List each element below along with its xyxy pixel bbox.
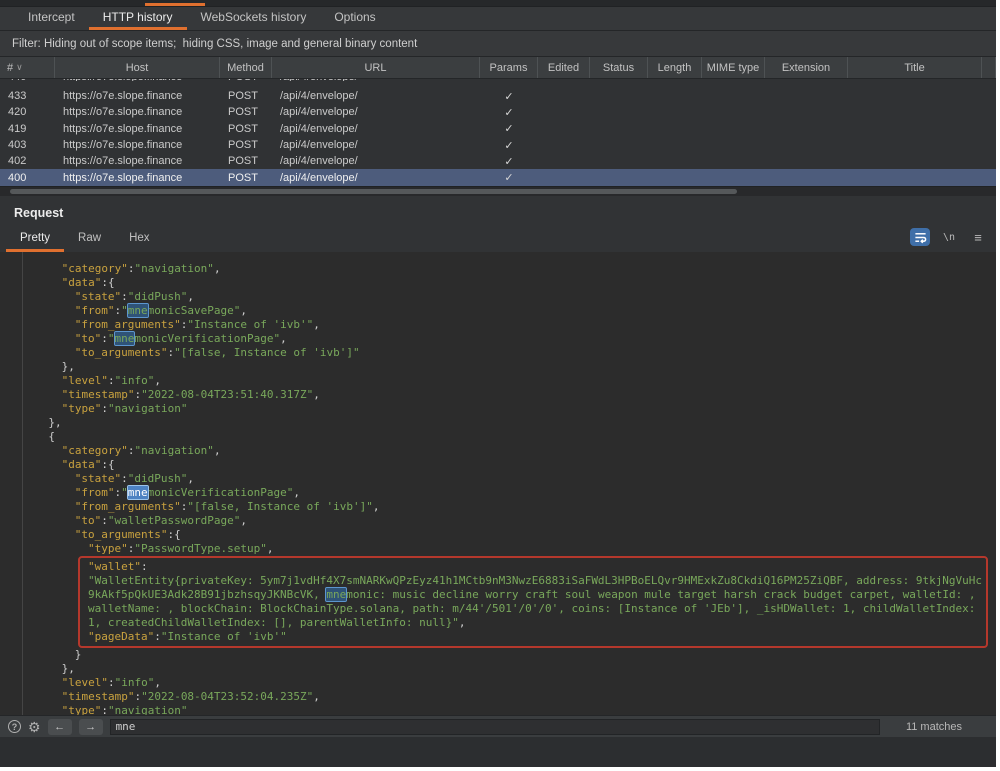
column-header-edited[interactable]: Edited [538,57,590,78]
column-header--[interactable]: #∨ [0,57,55,78]
code-line: "timestamp":"2022-08-04T23:52:04.235Z", [0,690,990,704]
code-line: "wallet": [80,560,984,574]
filter-bar[interactable]: Filter: Hiding out of scope items; hidin… [0,31,996,57]
filter-text: Filter: Hiding out of scope items; hidin… [12,38,417,50]
code-line: "from":"mnemonicVerificationPage", [0,486,990,500]
request-title: Request [0,206,996,226]
code-line: "level":"info", [0,374,990,388]
column-header-spacer [982,57,996,78]
code-line: "data":{ [0,276,990,290]
column-header-host[interactable]: Host [55,57,220,78]
code-line: "state":"didPush", [0,290,990,304]
request-view-tabs: PrettyRawHex \n ≡ [0,226,996,252]
code-line: "category":"navigation", [0,262,990,276]
table-row[interactable]: 440https://o7e.slope.financePOST/api/4/e… [0,79,996,88]
word-wrap-icon[interactable] [910,228,930,246]
sort-chevron-icon: ∨ [16,62,23,73]
code-line: "type":"navigation" [0,402,990,416]
tab-pretty[interactable]: Pretty [6,226,64,252]
wallet-annotation-box: "wallet":"WalletEntity{privateKey: 5ym7j… [78,556,988,648]
help-icon[interactable]: ? [8,720,21,733]
next-match-button[interactable]: → [79,719,103,735]
code-line: }, [0,662,990,676]
tab-intercept[interactable]: Intercept [14,7,89,30]
request-editor[interactable]: "category":"navigation","data":{"state":… [0,252,996,737]
table-row[interactable]: 400https://o7e.slope.financePOST/api/4/e… [0,169,996,185]
code-line: "from_arguments":"Instance of 'ivb'", [0,318,990,332]
parent-tab-bar-fragment [0,0,996,7]
code-line: "state":"didPush", [0,472,990,486]
table-header: #∨HostMethodURLParamsEditedStatusLengthM… [0,57,996,79]
tab-websockets-history[interactable]: WebSockets history [187,7,321,30]
search-bar: ? ⚙ ← → 11 matches [0,715,996,737]
code-line: "pageData":"Instance of 'ivb'" [80,630,984,644]
code-line: "category":"navigation", [0,444,990,458]
table-row[interactable]: 419https://o7e.slope.financePOST/api/4/e… [0,121,996,137]
code-line: "to":"walletPasswordPage", [0,514,990,528]
editor-toolbar-icons: \n ≡ [910,228,988,246]
code-line: "to":"mnemonicVerificationPage", [0,332,990,346]
history-rows: 440https://o7e.slope.financePOST/api/4/e… [0,79,996,186]
code-line: "type":"PasswordType.setup", [0,542,990,556]
code-line: "data":{ [0,458,990,472]
code-line: }, [0,416,990,430]
table-row[interactable]: 402https://o7e.slope.financePOST/api/4/e… [0,153,996,169]
column-header-mime-type[interactable]: MIME type [702,57,765,78]
code-line: "from_arguments":"[false, Instance of 'i… [0,500,990,514]
tab-options[interactable]: Options [320,7,389,30]
column-header-method[interactable]: Method [220,57,272,78]
code-line: "WalletEntity{privateKey: 5ym7j1vdHf4X7s… [80,574,984,630]
search-input[interactable] [110,719,880,735]
code-line: "timestamp":"2022-08-04T23:51:40.317Z", [0,388,990,402]
burp-proxy-window: InterceptHTTP historyWebSockets historyO… [0,0,996,767]
request-editor-code[interactable]: "category":"navigation","data":{"state":… [0,252,996,737]
tab-raw[interactable]: Raw [64,226,115,252]
column-header-title[interactable]: Title [848,57,982,78]
code-line: { [0,430,990,444]
proxy-subtabs: InterceptHTTP historyWebSockets historyO… [0,7,996,31]
column-header-extension[interactable]: Extension [765,57,848,78]
code-line: "to_arguments":{ [0,528,990,542]
scrollbar-thumb[interactable] [10,189,737,194]
editor-gutter-line [22,252,23,737]
proxy-tab-underline [145,3,205,6]
match-count-label: 11 matches [906,721,988,733]
code-line: "to_arguments":"[false, Instance of 'ivb… [0,346,990,360]
code-line: "level":"info", [0,676,990,690]
table-horizontal-scrollbar[interactable] [0,186,996,196]
code-line: }, [0,360,990,374]
column-header-url[interactable]: URL [272,57,480,78]
code-line: } [0,648,990,662]
search-settings-gear-icon[interactable]: ⚙ [28,720,41,734]
table-row[interactable]: 403https://o7e.slope.financePOST/api/4/e… [0,137,996,153]
newline-icon[interactable]: \n [939,228,959,246]
column-header-params[interactable]: Params [480,57,538,78]
http-history-table: #∨HostMethodURLParamsEditedStatusLengthM… [0,57,996,186]
table-row[interactable]: 433https://o7e.slope.financePOST/api/4/e… [0,88,996,104]
menu-icon[interactable]: ≡ [968,228,988,246]
tab-hex[interactable]: Hex [115,226,163,252]
previous-match-button[interactable]: ← [48,719,72,735]
request-panel: Request PrettyRawHex \n ≡ "category":"na… [0,196,996,737]
table-row[interactable]: 420https://o7e.slope.financePOST/api/4/e… [0,104,996,120]
column-header-length[interactable]: Length [648,57,702,78]
tab-http-history[interactable]: HTTP history [89,7,187,30]
code-line: "from":"mnemonicSavePage", [0,304,990,318]
column-header-status[interactable]: Status [590,57,648,78]
